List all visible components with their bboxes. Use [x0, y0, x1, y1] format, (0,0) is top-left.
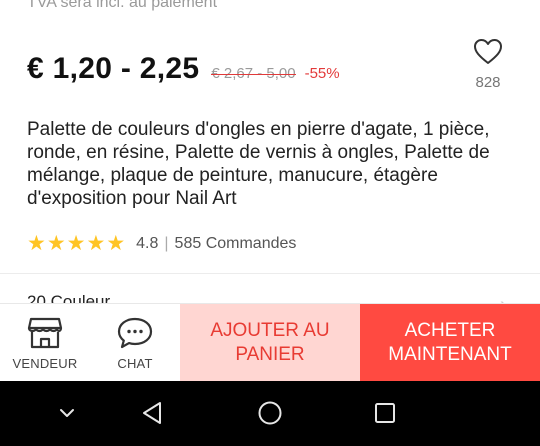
recents-icon[interactable]	[370, 398, 400, 428]
discount-badge: -55%	[304, 65, 340, 82]
heart-icon	[474, 39, 502, 64]
rating-stars: ★ ★ ★ ★ ★	[27, 233, 126, 255]
buy-now-button[interactable]: ACHETER MAINTENANT	[360, 304, 540, 382]
seller-label: VENDEUR	[12, 356, 78, 371]
rating-row[interactable]: ★ ★ ★ ★ ★ 4.8 | 585 Commandes	[27, 233, 296, 255]
divider	[0, 273, 540, 274]
chat-button[interactable]: CHAT	[90, 304, 180, 382]
chevron-down-icon[interactable]	[52, 398, 82, 428]
star-icon: ★	[46, 232, 66, 255]
price-row: € 1,20 - 2,25 € 2,67 - 5,00 -55%	[27, 52, 340, 92]
wishlist-count: 828	[475, 74, 501, 91]
back-icon[interactable]	[138, 398, 168, 428]
home-icon[interactable]	[255, 398, 285, 428]
vat-note: TVA sera incl. au paiement	[27, 0, 218, 11]
rating-value: 4.8	[136, 235, 159, 252]
chat-bubble-icon	[117, 317, 153, 349]
orders-count: 585 Commandes	[174, 235, 297, 252]
star-icon: ★	[66, 232, 86, 255]
price: € 1,20 - 2,25	[27, 52, 200, 85]
star-icon: ★	[106, 232, 126, 255]
chat-label: CHAT	[117, 356, 153, 371]
store-icon	[27, 317, 63, 349]
seller-button[interactable]: VENDEUR	[0, 304, 90, 382]
star-icon: ★	[27, 232, 46, 255]
product-title: Palette de couleurs d'ongles en pierre d…	[27, 119, 490, 209]
add-to-cart-button[interactable]: AJOUTER AU PANIER	[180, 304, 360, 382]
system-nav-bar	[0, 381, 540, 446]
star-icon: ★	[86, 232, 106, 255]
old-price: € 2,67 - 5,00	[211, 65, 296, 82]
rating-separator: |	[164, 235, 169, 252]
wishlist-button[interactable]: 828	[468, 38, 508, 91]
action-bar: VENDEUR CHAT AJOUTER AU PANIER ACHETER M…	[0, 303, 540, 382]
